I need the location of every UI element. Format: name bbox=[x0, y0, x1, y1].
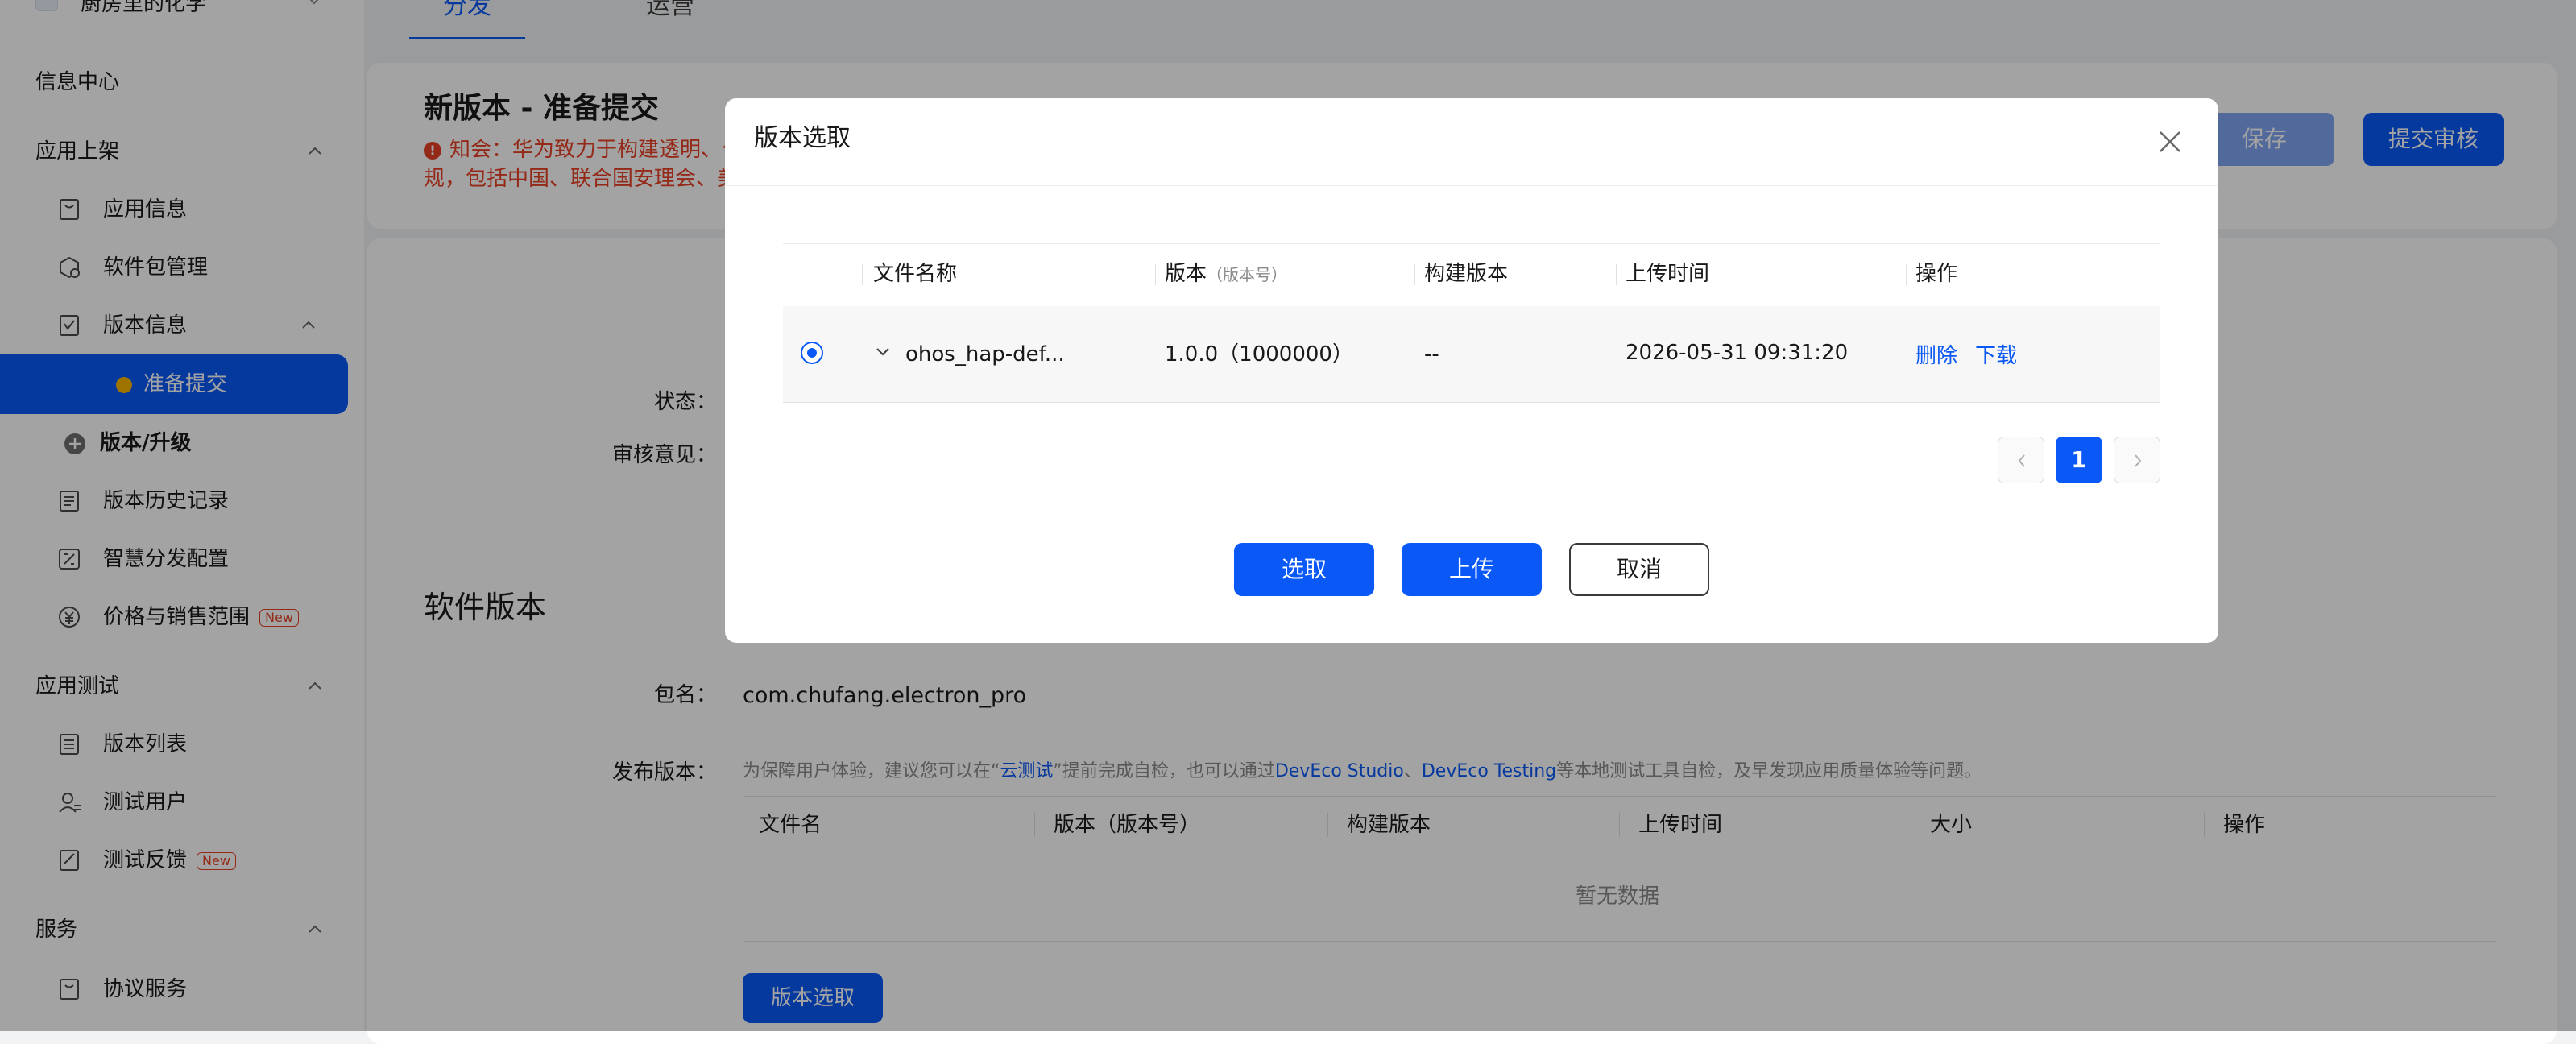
chevron-right-icon bbox=[2135, 454, 2142, 467]
upload-button[interactable]: 上传 bbox=[1402, 543, 1542, 596]
pagination-page-current[interactable]: 1 bbox=[2056, 437, 2102, 483]
table-top-border bbox=[783, 243, 2160, 244]
row-upload-time: 2026-05-31 09:31:20 bbox=[1626, 341, 1849, 365]
column-header-version: 版本（版本号） bbox=[1165, 259, 1287, 289]
column-header-text: 版本 bbox=[1165, 262, 1207, 286]
delete-link[interactable]: 删除 bbox=[1915, 342, 1957, 371]
column-header-file-name: 文件名称 bbox=[873, 262, 958, 286]
column-header-actions: 操作 bbox=[1915, 262, 1958, 286]
pagination-prev[interactable] bbox=[1998, 437, 2044, 483]
select-button[interactable]: 选取 bbox=[1234, 543, 1374, 596]
column-header-upload-time: 上传时间 bbox=[1626, 262, 1710, 286]
column-divider bbox=[1155, 264, 1156, 285]
column-divider bbox=[862, 264, 863, 285]
version-select-dialog: 版本选取 文件名称 版本（版本号） 构建版本 上传时间 操作 ohos_hap-… bbox=[725, 98, 2218, 643]
column-header-build-version: 构建版本 bbox=[1424, 262, 1509, 286]
row-select-radio[interactable] bbox=[801, 342, 823, 364]
row-file-name: ohos_hap-def... bbox=[905, 342, 1065, 367]
dialog-divider bbox=[725, 185, 2218, 186]
close-icon[interactable] bbox=[2156, 127, 2185, 156]
cancel-button[interactable]: 取消 bbox=[1569, 543, 1709, 596]
column-divider bbox=[1616, 264, 1617, 285]
pagination-next[interactable] bbox=[2114, 437, 2160, 483]
column-divider bbox=[1414, 264, 1415, 285]
row-build-version: -- bbox=[1424, 342, 1439, 367]
chevron-left-icon bbox=[2018, 454, 2025, 467]
column-header-subtext: （版本号） bbox=[1207, 265, 1288, 284]
column-divider bbox=[1906, 264, 1907, 285]
download-link[interactable]: 下载 bbox=[1975, 342, 2017, 371]
row-version: 1.0.0（1000000） bbox=[1165, 342, 1353, 367]
dialog-title: 版本选取 bbox=[754, 124, 851, 152]
chevron-down-icon[interactable] bbox=[873, 343, 892, 361]
